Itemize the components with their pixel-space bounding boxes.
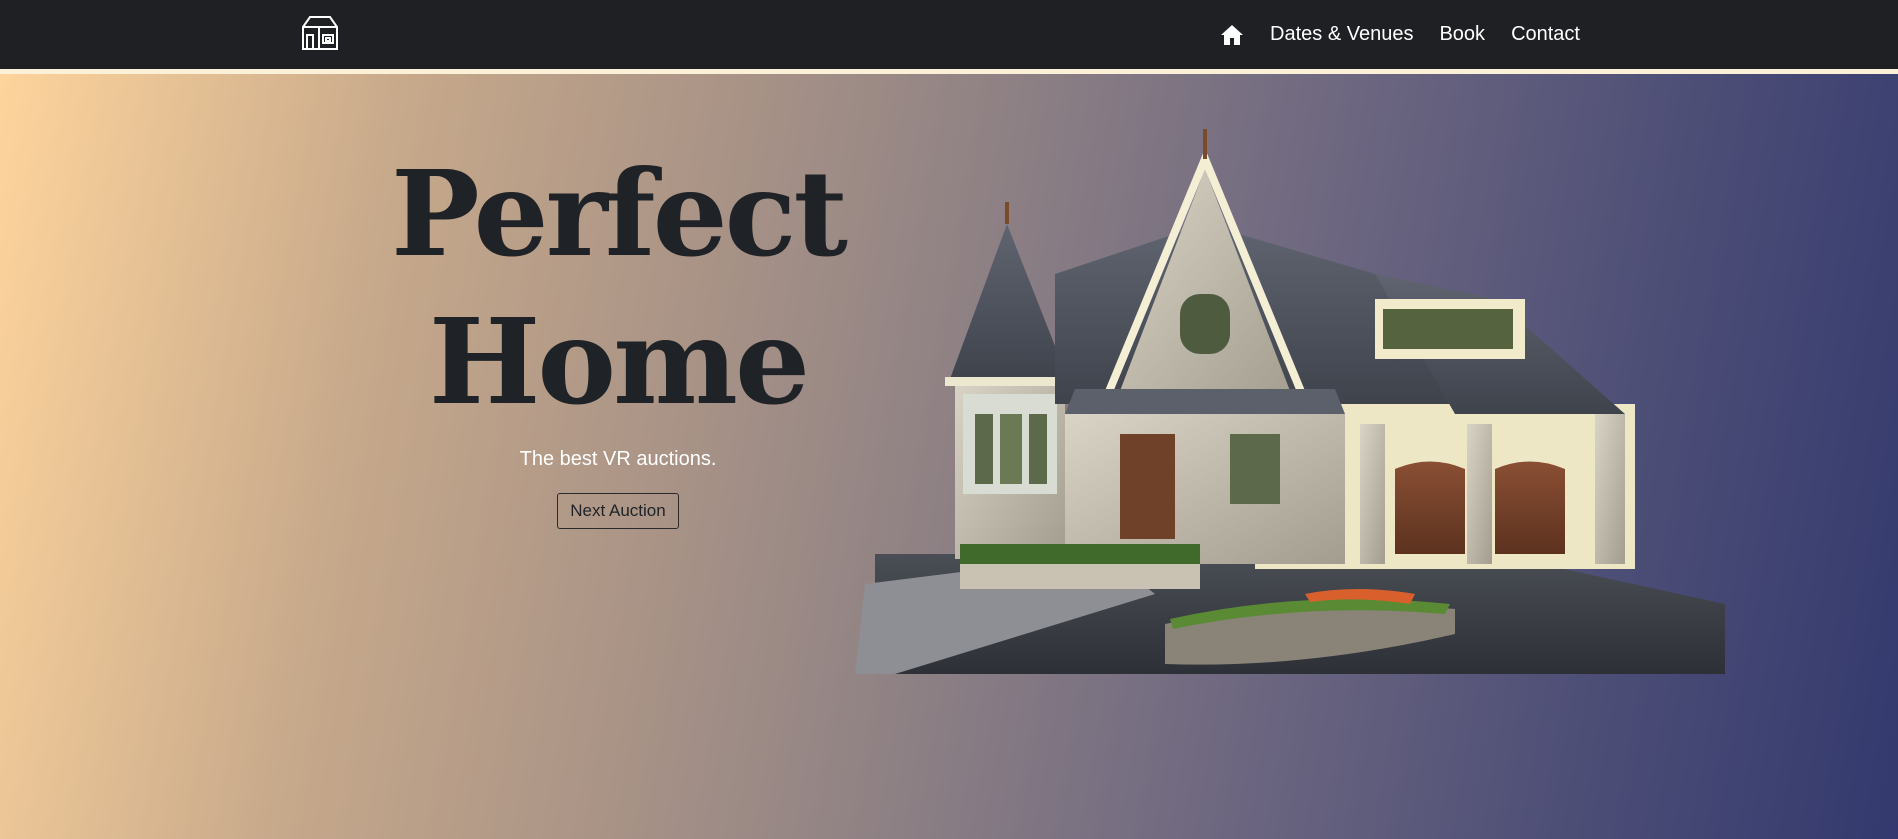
nav-link-contact[interactable]: Contact	[1511, 23, 1580, 46]
navbar: Dates & Venues Book Contact	[0, 0, 1898, 69]
nav-links: Dates & Venues Book Contact	[1220, 0, 1580, 69]
nav-link-dates-venues[interactable]: Dates & Venues	[1270, 23, 1413, 46]
home-icon[interactable]	[1220, 24, 1244, 46]
house-outline-icon[interactable]	[300, 15, 340, 51]
hero-text: Perfect Home The best VR auctions. Next …	[380, 140, 856, 529]
hero-title-line-1: Perfect	[391, 144, 848, 283]
hero-title-line-2: Home	[428, 292, 810, 431]
hero-subtitle: The best VR auctions.	[519, 448, 717, 470]
next-auction-button[interactable]: Next Auction	[557, 493, 679, 529]
nav-link-book[interactable]: Book	[1439, 23, 1485, 46]
house-image	[855, 129, 1725, 674]
